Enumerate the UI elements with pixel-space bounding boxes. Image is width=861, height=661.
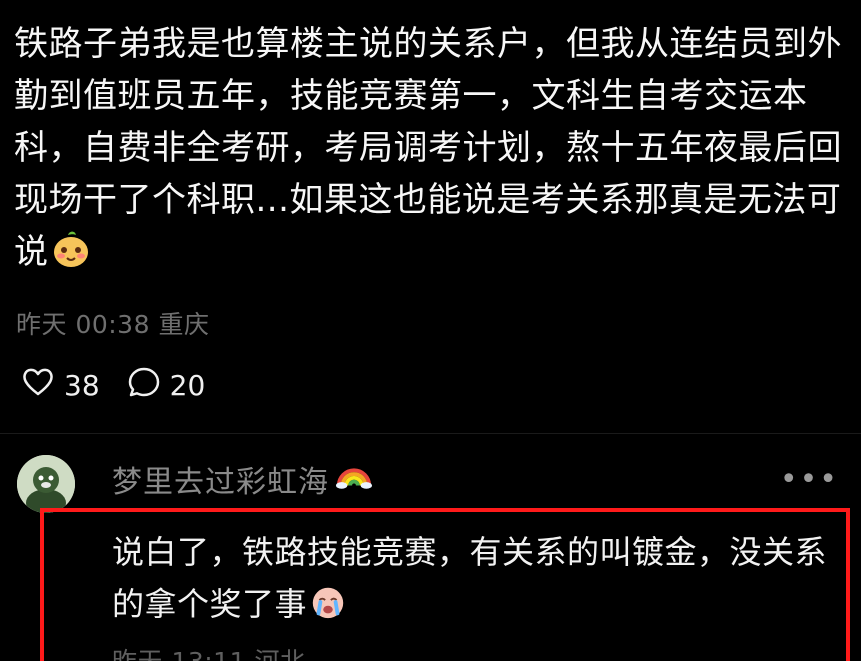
reply-location: 河北 <box>254 647 305 661</box>
post-meta: 昨天 00:38 重庆 <box>16 305 209 341</box>
post-actions: 38 20 <box>20 364 205 407</box>
reply-meta: 昨天 13:11 河北 <box>112 642 305 661</box>
reply: 梦里去过彩虹海 ••• 说白了，铁路技能竞赛，有关系的叫镀金，没关系的拿个奖了事… <box>0 440 861 661</box>
reply-time: 昨天 13:11 <box>112 647 246 661</box>
comment-count: 20 <box>169 369 206 402</box>
crying-face-icon <box>309 583 349 623</box>
avatar[interactable] <box>17 455 75 513</box>
post-location: 重庆 <box>158 310 210 339</box>
reply-text: 说白了，铁路技能竞赛，有关系的叫镀金，没关系的拿个奖了事 <box>112 533 828 623</box>
comment-button[interactable]: 20 <box>126 364 206 407</box>
username-text: 梦里去过彩虹海 <box>112 465 329 500</box>
like-count: 38 <box>64 369 100 402</box>
heart-icon <box>20 364 56 407</box>
ellipsis-icon: ••• <box>779 462 839 497</box>
post-text: 铁路子弟我是也算楼主说的关系户，但我从连结员到外勤到值班员五年，技能竞赛第一，文… <box>14 24 842 272</box>
shy-face-emoji-icon <box>51 229 91 269</box>
reply-body: 说白了，铁路技能竞赛，有关系的叫镀金，没关系的拿个奖了事 <box>112 526 832 630</box>
like-button[interactable]: 38 <box>20 364 100 407</box>
more-options-button[interactable]: ••• <box>780 462 839 497</box>
rainbow-icon <box>335 460 373 498</box>
post-time: 昨天 00:38 <box>16 310 150 339</box>
post: 铁路子弟我是也算楼主说的关系户，但我从连结员到外勤到值班员五年，技能竞赛第一，文… <box>0 0 861 440</box>
divider <box>0 433 861 434</box>
reply-username[interactable]: 梦里去过彩虹海 <box>112 457 373 501</box>
comment-bubble-icon <box>126 364 162 407</box>
post-body: 铁路子弟我是也算楼主说的关系户，但我从连结员到外勤到值班员五年，技能竞赛第一，文… <box>14 18 849 278</box>
